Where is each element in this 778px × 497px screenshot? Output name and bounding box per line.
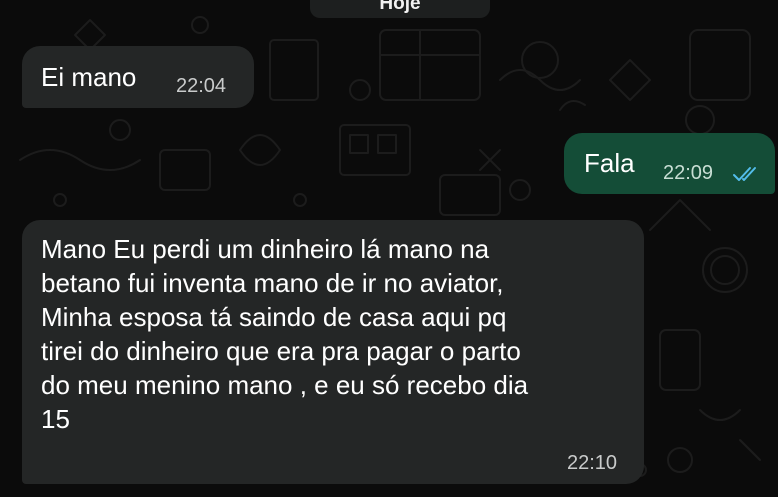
message-timestamp: 22:09 [663,162,714,184]
message-timestamp: 22:10 [567,452,618,474]
incoming-message-bubble[interactable]: Mano Eu perdi um dinheiro lá mano na bet… [22,220,644,484]
message-text: Mano Eu perdi um dinheiro lá mano na bet… [41,234,529,434]
date-separator: Hoje [310,0,490,18]
message-timestamp: 22:04 [176,75,227,97]
message-text: Ei mano [41,62,137,92]
double-check-read-icon [733,167,756,181]
message-text: Fala [584,148,635,178]
outgoing-message-bubble[interactable]: Fala 22:09 [564,133,775,194]
incoming-message-bubble[interactable]: Ei mano 22:04 [22,46,254,108]
